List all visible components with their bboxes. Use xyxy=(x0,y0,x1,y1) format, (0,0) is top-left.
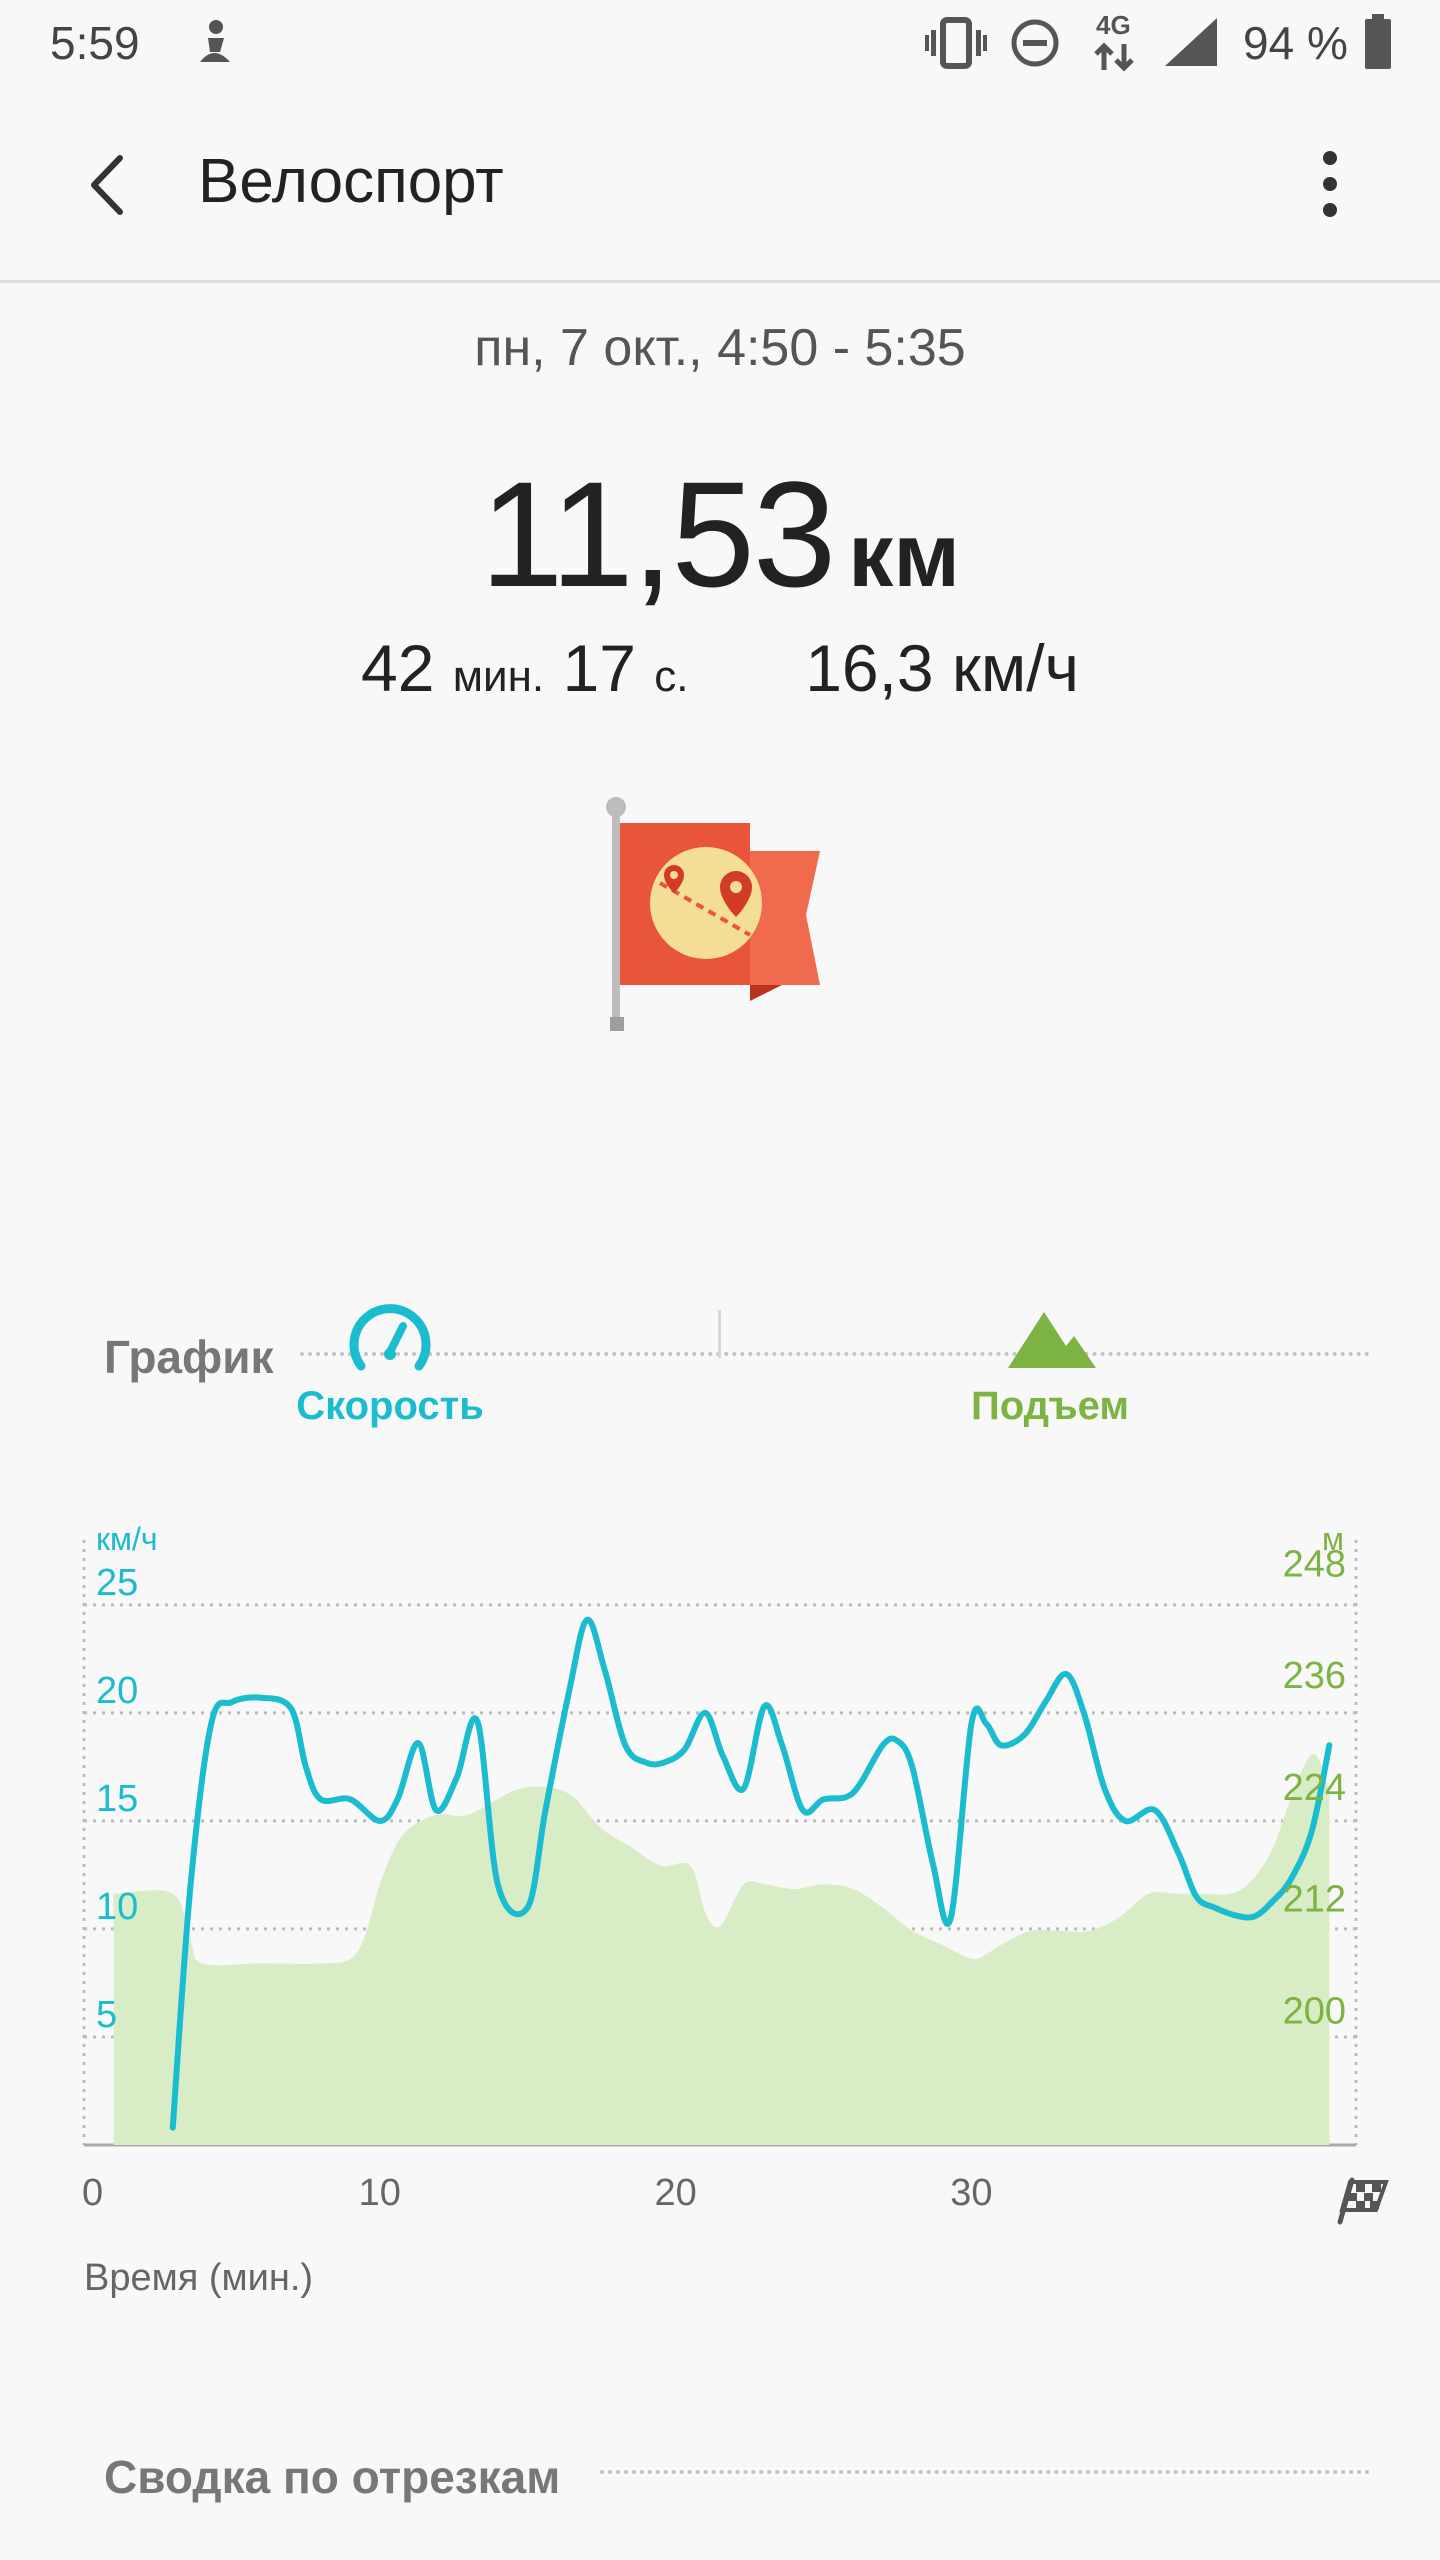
rider-icon xyxy=(200,20,230,62)
x-tick-label: 10 xyxy=(359,2172,401,2214)
left-tick-label: 15 xyxy=(96,1778,138,1820)
duration-seconds: 17 xyxy=(562,631,636,705)
x-tick-label: 0 xyxy=(82,2172,103,2214)
segments-section-title: Сводка по отрезкам xyxy=(104,2451,561,2503)
speedometer-icon xyxy=(349,1304,431,1371)
left-tick-label: 5 xyxy=(96,1994,117,2036)
battery-percent: 94 % xyxy=(1243,17,1348,69)
duration: 42 мин. 17 с. xyxy=(361,631,707,705)
battery-icon xyxy=(1365,14,1391,69)
left-tick-label: 20 xyxy=(96,1670,138,1712)
duration-minutes: 42 xyxy=(361,631,435,705)
tab-speed-label: Скорость xyxy=(296,1384,484,1428)
tab-divider xyxy=(718,1310,721,1358)
left-tick-label: 25 xyxy=(96,1562,138,1604)
duration-seconds-unit: с. xyxy=(654,652,689,701)
page-title: Велоспорт xyxy=(198,147,504,216)
status-bar: 5:59 4G 94 % xyxy=(0,0,1440,86)
segments-section-divider xyxy=(600,2470,1370,2474)
back-arrow-icon[interactable] xyxy=(80,150,140,220)
right-tick-label: 212 xyxy=(1283,1879,1346,1921)
stats-row: 42 мин. 17 с. 16,3 км/ч xyxy=(0,630,1440,706)
checkered-flag-icon xyxy=(1337,2177,1389,2225)
distance: 11,53 км xyxy=(0,448,1440,621)
right-tick-label: 200 xyxy=(1283,1990,1346,2032)
duration-minutes-unit: мин. xyxy=(452,652,545,701)
x-tick-label: 20 xyxy=(654,2172,696,2214)
tab-speed[interactable]: Скорость xyxy=(240,1300,540,1440)
mountain-icon xyxy=(1008,1312,1096,1368)
x-axis-label: Время (мин.) xyxy=(84,2257,313,2299)
right-axis-unit: м xyxy=(1322,1521,1344,1557)
more-vert-icon[interactable] xyxy=(1300,144,1360,224)
workout-datetime: пн, 7 окт., 4:50 - 5:35 xyxy=(474,319,966,377)
dnd-icon xyxy=(1011,19,1059,67)
right-tick-label: 224 xyxy=(1283,1767,1346,1809)
left-tick-label: 10 xyxy=(96,1886,138,1928)
tab-elevation[interactable]: Подъем xyxy=(900,1300,1200,1440)
speed-elevation-chart[interactable]: 2520151052482362242122000 10 20 30 км/ч м В… xyxy=(0,1500,1440,2300)
app-bar: Велоспорт xyxy=(0,86,1440,283)
status-time: 5:59 xyxy=(50,17,140,69)
distance-unit: км xyxy=(848,506,960,606)
average-speed: 16,3 км/ч xyxy=(805,631,1079,705)
signal-icon xyxy=(1165,18,1217,66)
right-tick-label: 236 xyxy=(1283,1655,1346,1697)
map-flag-icon xyxy=(606,797,820,1031)
tab-elevation-label: Подъем xyxy=(971,1384,1129,1428)
left-axis-unit: км/ч xyxy=(96,1521,158,1557)
x-tick-label: 30 xyxy=(950,2172,992,2214)
distance-value: 11,53 xyxy=(480,450,836,618)
network-4g-icon: 4G xyxy=(1090,10,1140,74)
vibrate-icon xyxy=(925,17,987,69)
